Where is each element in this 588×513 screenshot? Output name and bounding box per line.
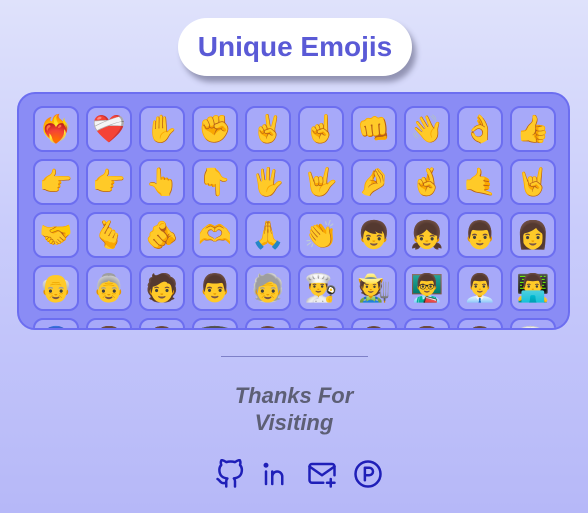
mail-link[interactable]	[305, 457, 339, 491]
emoji-cell[interactable]: ☝️	[298, 106, 344, 152]
page-title: Unique Emojis	[197, 31, 393, 62]
emoji-cell[interactable]: ✌️	[245, 106, 291, 152]
emoji-cell[interactable]: ✊	[192, 106, 238, 152]
emoji-cell[interactable]: 👨	[457, 212, 503, 258]
thanks-line-1: Thanks For	[234, 383, 354, 408]
emoji-cell[interactable]: 🫰	[86, 212, 132, 258]
emoji-cell[interactable]: 🤌	[351, 159, 397, 205]
emoji-cell[interactable]: 🫵	[139, 212, 185, 258]
emoji-cell[interactable]: 🤞	[404, 159, 450, 205]
emoji-cell[interactable]: 🤟	[298, 159, 344, 205]
emoji-cell[interactable]: 👨	[192, 265, 238, 311]
emoji-cell[interactable]: 👉	[86, 159, 132, 205]
emoji-cell[interactable]: 👩‍🎓	[192, 318, 238, 328]
emoji-cell[interactable]: 👏	[298, 212, 344, 258]
emoji-cell[interactable]: 👨‍💼	[457, 265, 503, 311]
emoji-cell[interactable]: 👵	[86, 265, 132, 311]
emoji-cell[interactable]: 👨	[298, 318, 344, 328]
emoji-grid: ❤️‍🔥 ❤️‍🩹 ✋ ✊ ✌️ ☝️ 👊 👋 👌 👍 👉 👉 👆 👇 🖐️ 🤟 🤌 🤞 🤙 🤘 🤝 🫰 🫵 🫶 🙏 👏 👦 👧 👨 👩 👴…	[33, 106, 556, 328]
divider	[221, 356, 368, 357]
emoji-cell[interactable]: 🙏	[245, 212, 291, 258]
emoji-cell[interactable]: 👨‍🏫	[404, 265, 450, 311]
emoji-cell[interactable]: 👩	[86, 318, 132, 328]
emoji-cell[interactable]: 👆	[139, 159, 185, 205]
emoji-cell[interactable]: 🧑	[139, 265, 185, 311]
emoji-cell[interactable]: 👊	[351, 106, 397, 152]
emoji-cell[interactable]: 👨‍🍳	[510, 318, 556, 328]
emoji-cell[interactable]: ✋	[139, 106, 185, 152]
emoji-cell[interactable]: 👋	[404, 106, 450, 152]
emoji-cell[interactable]: 🧓	[245, 265, 291, 311]
patreon-link[interactable]	[351, 457, 385, 491]
linkedin-link[interactable]	[259, 457, 293, 491]
emoji-cell[interactable]: ❤️‍🔥	[33, 106, 79, 152]
emoji-cell[interactable]: 👨	[139, 318, 185, 328]
emoji-cell[interactable]: 🤝	[33, 212, 79, 258]
emoji-cell[interactable]: 👉	[33, 159, 79, 205]
emoji-grid-panel[interactable]: ❤️‍🔥 ❤️‍🩹 ✋ ✊ ✌️ ☝️ 👊 👋 👌 👍 👉 👉 👆 👇 🖐️ 🤟 🤌 🤞 🤙 🤘 🤝 🫰 🫵 🫶 🙏 👏 👦 👧 👨 👩 👴…	[17, 92, 570, 330]
emoji-cell[interactable]: 👨	[457, 318, 503, 328]
github-icon	[216, 459, 244, 488]
emoji-cell[interactable]: 👍	[510, 106, 556, 152]
emoji-cell[interactable]: 🧑‍🌾	[351, 265, 397, 311]
emoji-cell[interactable]: 🤘	[510, 159, 556, 205]
emoji-cell[interactable]: 👨‍💻	[510, 265, 556, 311]
emoji-cell[interactable]: 🖐️	[245, 159, 291, 205]
emoji-cell[interactable]: 👩	[510, 212, 556, 258]
emoji-cell[interactable]: 🤙	[457, 159, 503, 205]
emoji-cell[interactable]: 👇	[192, 159, 238, 205]
patreon-icon	[354, 460, 382, 488]
linkedin-icon	[263, 462, 284, 486]
emoji-cell[interactable]: 👌	[457, 106, 503, 152]
emoji-cell[interactable]: 👨	[245, 318, 291, 328]
github-link[interactable]	[213, 457, 247, 491]
emoji-cell[interactable]: ❤️‍🩹	[86, 106, 132, 152]
emoji-cell[interactable]: 👦	[351, 212, 397, 258]
mail-plus-icon	[308, 462, 336, 488]
emoji-cell[interactable]: 👨‍🍳	[298, 265, 344, 311]
emoji-cell[interactable]: 👮	[33, 318, 79, 328]
emoji-cell[interactable]: 👩	[404, 318, 450, 328]
emoji-cell[interactable]: 🫶	[192, 212, 238, 258]
emoji-cell[interactable]: 👨	[351, 318, 397, 328]
social-links	[213, 457, 385, 491]
thanks-line-2: Visiting	[254, 410, 334, 435]
emoji-cell[interactable]: 👴	[33, 265, 79, 311]
emoji-cell[interactable]: 👧	[404, 212, 450, 258]
title-pill: Unique Emojis	[178, 18, 412, 76]
thanks-message: Thanks For Visiting	[194, 382, 394, 436]
